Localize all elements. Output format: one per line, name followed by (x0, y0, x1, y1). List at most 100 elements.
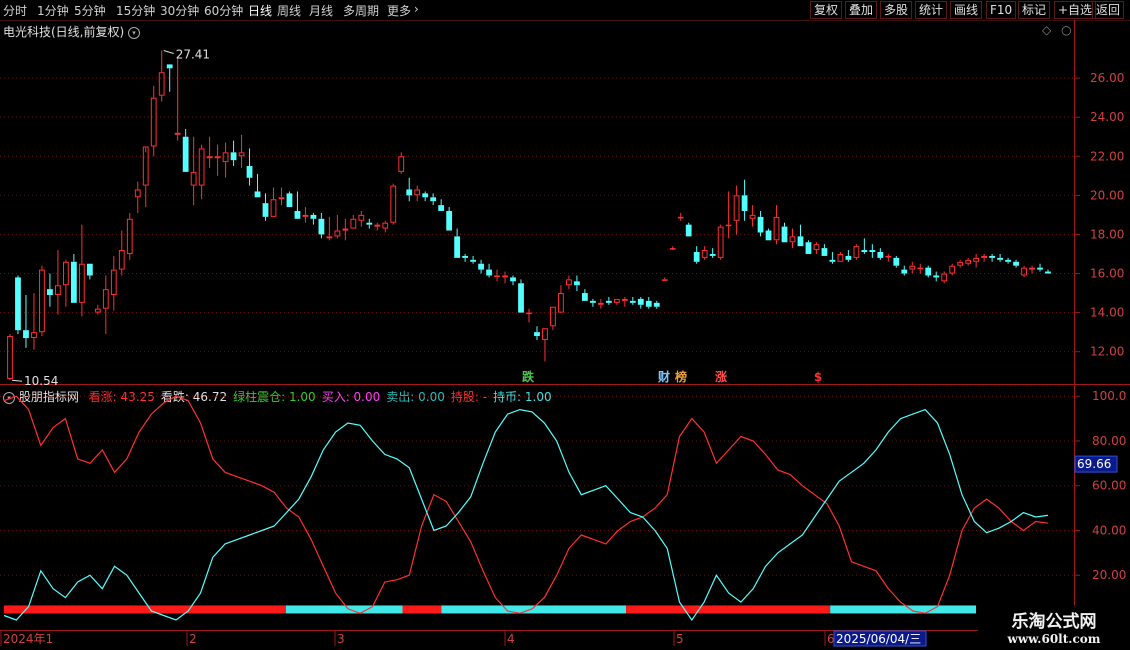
candle (422, 191, 429, 202)
toolbar-button[interactable]: +自选 (1054, 1, 1097, 19)
candle (1045, 269, 1051, 274)
candle (7, 334, 13, 381)
candle (414, 185, 421, 202)
candle-body (510, 277, 516, 282)
max-pointer (163, 50, 174, 55)
y-tick-label: 24.00 (1090, 110, 1124, 124)
y-tick-label: 22.00 (1090, 149, 1124, 163)
y-tick-label: 18.00 (1090, 227, 1124, 241)
candle (781, 222, 788, 243)
candle (733, 185, 740, 235)
candle-body (877, 252, 884, 258)
candle-body (837, 253, 844, 262)
candle-body (805, 242, 812, 254)
period-tab[interactable]: 周线 (277, 2, 301, 19)
candle-body (462, 255, 469, 258)
candle-body (318, 218, 325, 235)
candle-body (238, 152, 245, 157)
candle-body (198, 148, 205, 186)
candle (797, 224, 804, 247)
min-pointer (11, 379, 23, 382)
price-chart[interactable]: 26.00 24.00 22.00 20.00 18.00 16.00 14.00 12.00… (0, 20, 1130, 385)
candle (438, 199, 445, 211)
toolbar-button[interactable]: 复权 (810, 1, 843, 19)
period-tab[interactable]: 更多 (387, 2, 411, 19)
candle-body (997, 257, 1003, 260)
candle-body (765, 230, 772, 241)
candle (637, 296, 644, 309)
candle-body (150, 97, 157, 147)
candle (829, 252, 836, 264)
toolbar-button[interactable]: F10 (986, 1, 1017, 19)
holding-bar-segment (4, 605, 286, 614)
candle (981, 253, 988, 262)
candle (462, 253, 469, 262)
candle-body (621, 298, 628, 301)
candle-body (861, 250, 868, 253)
candle (805, 240, 812, 254)
toolbar-button[interactable]: 多股 (880, 1, 913, 19)
candle-body (518, 283, 524, 313)
candle-body (893, 257, 900, 266)
period-tab[interactable]: 日线 (248, 2, 272, 19)
y-tick-label: 20.00 (1092, 568, 1126, 582)
period-tab[interactable]: 多周期 (343, 2, 379, 19)
candle-body (358, 214, 365, 221)
current-value-label: 69.66 (1077, 457, 1111, 471)
toolbar-button[interactable]: 统计 (915, 1, 948, 19)
candle (318, 212, 325, 239)
indicator-chart[interactable]: 100.0 80.00 60.00 40.00 20.00 69.66 (0, 385, 1130, 630)
candle (965, 257, 972, 266)
candle (214, 144, 221, 176)
date-label: 2024年1 (3, 632, 53, 646)
candle-body (925, 267, 932, 276)
toolbar-button[interactable]: 画线 (950, 1, 983, 19)
candle (31, 293, 37, 350)
candle-body (350, 218, 357, 229)
candle-body (1045, 271, 1051, 274)
candle (166, 64, 173, 92)
candle (270, 187, 277, 217)
candle (62, 259, 69, 307)
candle (510, 275, 516, 286)
period-tab[interactable]: 5分钟 (74, 2, 106, 19)
candle (470, 255, 476, 264)
date-label: 3 (337, 632, 345, 646)
candle (366, 218, 373, 229)
candle (789, 228, 796, 249)
candle-body (749, 214, 756, 219)
y-tick-label: 80.00 (1092, 434, 1126, 448)
period-tab[interactable]: 月线 (309, 2, 333, 19)
toolbar-button[interactable]: 返回 (1092, 1, 1125, 19)
candle (446, 207, 453, 231)
candle-body (454, 236, 461, 258)
candle (126, 212, 133, 260)
candle (853, 244, 860, 260)
candle (374, 222, 381, 231)
candle-body (118, 250, 125, 270)
candle (669, 246, 676, 251)
y-tick-label: 12.00 (1090, 345, 1124, 359)
candle-body (981, 255, 988, 258)
period-tab[interactable]: 60分钟 (204, 2, 243, 19)
candle (949, 263, 956, 276)
candle (765, 228, 772, 241)
period-tab[interactable]: 30分钟 (160, 2, 199, 19)
candle (997, 253, 1003, 262)
candle (661, 277, 668, 281)
candle (134, 181, 141, 213)
candle (717, 224, 724, 260)
candle (406, 177, 413, 202)
candle-body (534, 332, 540, 337)
period-tab[interactable]: 15分钟 (116, 2, 155, 19)
period-tab[interactable]: 分时 (3, 2, 27, 19)
period-tab[interactable]: 1分钟 (37, 2, 69, 19)
candle (398, 152, 405, 174)
candle (1013, 259, 1019, 268)
chevron-right-icon[interactable]: › (414, 2, 419, 16)
candle-body (733, 195, 740, 221)
candle-body (845, 255, 852, 260)
candle-body (613, 298, 620, 303)
toolbar-button[interactable]: 叠加 (845, 1, 878, 19)
toolbar-button[interactable]: 标记 (1018, 1, 1051, 19)
